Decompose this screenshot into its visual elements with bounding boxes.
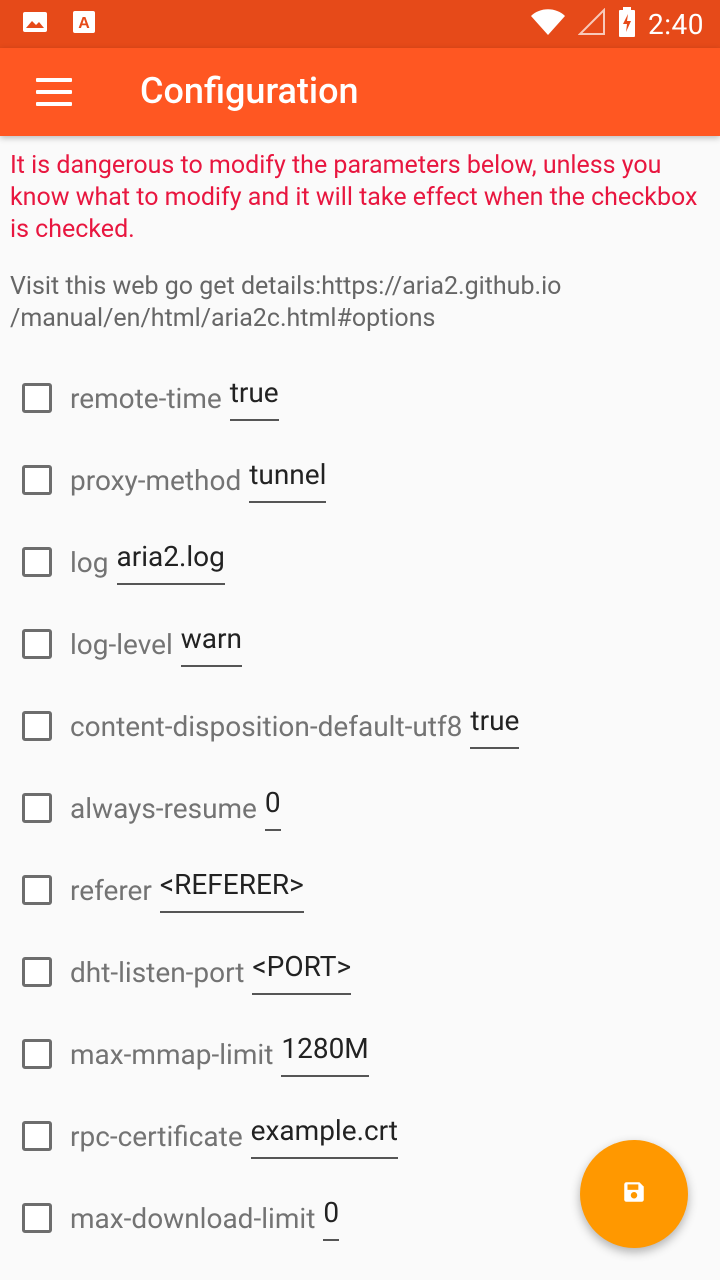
hamburger-menu-icon[interactable]	[36, 78, 74, 106]
status-bar: A 2:40	[0, 0, 720, 48]
option-row: referer <REFERER>	[22, 849, 304, 931]
option-value-field[interactable]: 0	[264, 786, 281, 831]
option-checkbox[interactable]	[22, 629, 52, 659]
option-row: max-download-limit 0	[22, 1177, 340, 1259]
option-value-field[interactable]: warn	[180, 622, 242, 667]
option-value-field[interactable]: aria2.log	[116, 540, 225, 585]
option-label: rpc-certificate	[70, 1119, 243, 1153]
option-value-field[interactable]: true	[470, 704, 520, 749]
wifi-icon	[530, 8, 566, 40]
save-icon	[621, 1179, 647, 1209]
svg-text:A: A	[78, 15, 90, 32]
app-a-icon: A	[72, 10, 96, 38]
option-row: max-mmap-limit 1280M	[22, 1013, 369, 1095]
option-row: remote-time true	[22, 357, 279, 439]
option-row: always-resume 0	[22, 767, 281, 849]
option-value-field[interactable]: tunnel	[249, 458, 327, 503]
option-row: proxy-method tunnel	[22, 439, 327, 521]
option-checkbox[interactable]	[22, 547, 52, 577]
option-label: proxy-method	[70, 463, 242, 497]
battery-icon	[618, 7, 636, 41]
info-text: Visit this web go get details:https://ar…	[10, 272, 562, 333]
option-checkbox[interactable]	[22, 875, 52, 905]
option-checkbox[interactable]	[22, 1121, 52, 1151]
status-time: 2:40	[648, 7, 704, 41]
image-icon	[22, 11, 48, 37]
option-checkbox[interactable]	[22, 1203, 52, 1233]
option-label: always-resume	[70, 791, 257, 825]
save-button[interactable]	[580, 1140, 688, 1248]
option-value-field[interactable]: 0	[323, 1196, 340, 1241]
app-bar: Configuration	[0, 48, 720, 136]
option-row: rpc-certificate example.crt	[22, 1095, 398, 1177]
option-label: max-mmap-limit	[70, 1037, 274, 1071]
option-value-field[interactable]: <REFERER>	[159, 868, 304, 913]
page-title: Configuration	[140, 70, 359, 112]
option-row: content-disposition-default-utf8 true	[22, 685, 520, 767]
option-checkbox[interactable]	[22, 383, 52, 413]
option-checkbox[interactable]	[22, 1039, 52, 1069]
option-checkbox[interactable]	[22, 793, 52, 823]
option-label: log-level	[70, 627, 173, 661]
option-label: referer	[70, 873, 152, 907]
option-label: content-disposition-default-utf8	[70, 709, 463, 743]
option-row: log-level warn	[22, 603, 242, 685]
option-label: log	[70, 545, 109, 579]
option-value-field[interactable]: 1280M	[281, 1032, 369, 1077]
option-checkbox[interactable]	[22, 711, 52, 741]
option-value-field[interactable]: example.crt	[250, 1114, 398, 1159]
option-label: max-download-limit	[70, 1201, 316, 1235]
option-label: dht-listen-port	[70, 955, 245, 989]
option-value-field[interactable]: true	[229, 376, 279, 421]
option-row: log aria2.log	[22, 521, 225, 603]
option-checkbox[interactable]	[22, 465, 52, 495]
option-value-field[interactable]: <PORT>	[252, 950, 352, 995]
option-checkbox[interactable]	[22, 957, 52, 987]
signal-icon	[577, 7, 606, 40]
warning-text: It is dangerous to modify the parameters…	[10, 151, 698, 244]
option-label: remote-time	[70, 381, 222, 415]
option-row: dht-listen-port <PORT>	[22, 931, 352, 1013]
